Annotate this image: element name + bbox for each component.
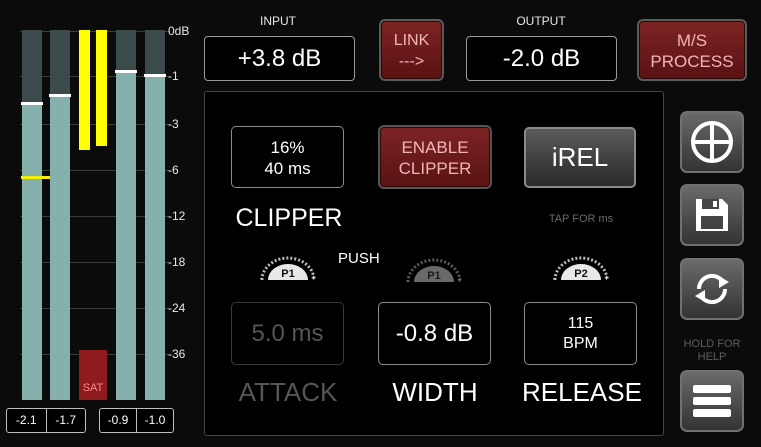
- width-value-display[interactable]: -0.8 dB: [378, 302, 491, 365]
- enable-clipper-label: CLIPPER: [398, 159, 472, 178]
- input-peak-left: -2.1: [15, 413, 37, 427]
- scale-label: -12: [168, 209, 186, 223]
- scale-label: -6: [168, 163, 179, 177]
- link-arrow: --->: [398, 53, 425, 70]
- meter-fill: [50, 95, 70, 400]
- knob-label: P1: [281, 268, 294, 280]
- scale-label: -3: [168, 117, 179, 131]
- output-gain-display[interactable]: -2.0 dB: [466, 36, 617, 81]
- tap-for-ms-hint: TAP FOR ms: [548, 213, 614, 225]
- output-peak-right: -1.0: [136, 409, 173, 432]
- svg-text:+: +: [604, 273, 609, 282]
- irel-button[interactable]: iREL: [524, 127, 636, 188]
- input-meter-left: [21, 30, 66, 400]
- quadrant-button[interactable]: [680, 111, 744, 173]
- meter-fill: [22, 103, 42, 400]
- sync-icon: [695, 273, 729, 305]
- svg-text:-: -: [260, 273, 263, 282]
- input-peak-right: -1.7: [45, 409, 86, 432]
- input-peak-readouts[interactable]: -2.1 -1.7: [6, 408, 86, 433]
- release-value-display[interactable]: 115 BPM: [524, 302, 637, 365]
- scale-label: -18: [168, 255, 186, 269]
- clipper-label: CLIPPER: [235, 204, 343, 232]
- hold-for-help-hint: HOLD FOR HELP: [683, 338, 741, 363]
- push-label: PUSH: [338, 250, 380, 267]
- knob-label: P1: [427, 270, 440, 282]
- release-label: RELEASE: [522, 377, 642, 407]
- svg-text:+: +: [311, 273, 316, 282]
- clipper-value-display[interactable]: 16% 40 ms: [231, 126, 344, 188]
- meter-peak-hold: [21, 102, 43, 105]
- output-meter-right: [144, 30, 166, 400]
- ms-process-label: PROCESS: [650, 52, 734, 71]
- svg-text:-: -: [553, 273, 556, 282]
- meter-fill: [116, 70, 136, 400]
- quadrant-icon: [691, 121, 733, 163]
- release-knob[interactable]: P2 - +: [551, 252, 611, 282]
- clipper-knob[interactable]: P1 - +: [258, 252, 318, 282]
- gain-reduction-bar: [96, 30, 107, 146]
- attack-label: ATTACK: [238, 377, 338, 407]
- input-meter-right: [49, 30, 71, 400]
- save-button[interactable]: [680, 184, 744, 246]
- input-gain-display[interactable]: +3.8 dB: [204, 36, 355, 81]
- ms-process-button[interactable]: M/S PROCESS: [637, 19, 747, 81]
- sync-button[interactable]: [680, 258, 744, 320]
- knob-label: P2: [574, 268, 587, 280]
- meter-peak-hold: [49, 94, 71, 97]
- output-caption: OUTPUT: [516, 14, 566, 28]
- release-bpm-unit: BPM: [563, 335, 598, 352]
- menu-icon: [693, 385, 731, 417]
- width-label: WIDTH: [392, 377, 478, 407]
- input-caption: INPUT: [260, 14, 296, 28]
- svg-text:-: -: [406, 275, 409, 284]
- clipper-time: 40 ms: [264, 159, 311, 178]
- ms-process-label: M/S: [676, 31, 708, 50]
- scale-label: -36: [168, 347, 186, 361]
- link-label: LINK: [393, 32, 430, 49]
- svg-text:+: +: [457, 275, 462, 284]
- release-bpm-value: 115: [567, 315, 594, 332]
- link-button[interactable]: LINK --->: [379, 19, 444, 81]
- save-icon: [696, 199, 728, 231]
- scale-label: 0dB: [168, 24, 190, 38]
- meter-peak-hold: [144, 74, 166, 77]
- output-meter-left: [115, 30, 137, 400]
- meter-peak-hold: [115, 70, 137, 73]
- attack-value-display[interactable]: 5.0 ms: [231, 302, 344, 365]
- output-peak-left: -0.9: [107, 413, 129, 427]
- sat-label: SAT: [82, 382, 104, 394]
- enable-clipper-label: ENABLE: [401, 138, 469, 157]
- meter-area: 0dB -1 -3 -6 -12 -18 -24 -36 SAT -2.1 -1…: [0, 0, 200, 447]
- push-knob[interactable]: P1 - +: [404, 254, 464, 284]
- output-peak-readouts[interactable]: -0.9 -1.0: [99, 408, 174, 433]
- gain-reduction-bar: [79, 30, 90, 150]
- meter-fill: [145, 74, 165, 400]
- menu-button[interactable]: [680, 370, 744, 432]
- scale-label: -1: [168, 69, 179, 83]
- scale-label: -24: [168, 301, 186, 315]
- clipper-percent: 16%: [270, 138, 305, 157]
- enable-clipper-button[interactable]: ENABLE CLIPPER: [378, 125, 492, 189]
